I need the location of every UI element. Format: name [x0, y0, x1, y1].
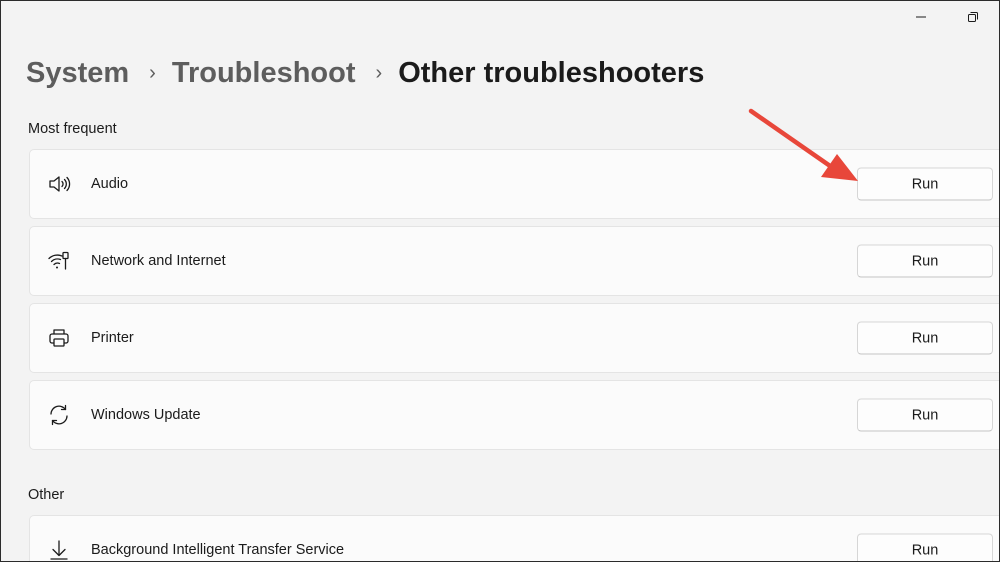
troubleshooter-card-audio: Audio Run [29, 149, 999, 219]
network-run-button[interactable]: Run [857, 244, 993, 278]
wifi-network-icon [47, 249, 71, 273]
troubleshooter-card-network: Network and Internet Run [29, 226, 999, 296]
speaker-icon [47, 172, 71, 196]
troubleshooter-label: Audio [91, 176, 129, 192]
breadcrumb-item-system[interactable]: System [26, 57, 129, 90]
restore-button[interactable] [947, 1, 999, 37]
bits-run-button[interactable]: Run [857, 533, 993, 561]
section-heading-other: Other [28, 487, 65, 503]
troubleshooter-card-windows-update: Windows Update Run [29, 380, 999, 450]
troubleshooter-card-bits: Background Intelligent Transfer Service … [29, 515, 999, 561]
troubleshooter-card-printer: Printer Run [29, 303, 999, 373]
printer-icon [47, 326, 71, 350]
breadcrumb-item-troubleshoot[interactable]: Troubleshoot [172, 57, 356, 90]
troubleshooter-label: Printer [91, 330, 134, 346]
title-bar-controls [895, 1, 999, 37]
section-heading-most-frequent: Most frequent [28, 121, 117, 137]
breadcrumb: System › Troubleshoot › Other troublesho… [26, 57, 704, 90]
refresh-sync-icon [47, 403, 71, 427]
troubleshooter-label: Network and Internet [91, 253, 226, 269]
audio-run-button[interactable]: Run [857, 167, 993, 201]
troubleshooter-label: Windows Update [91, 407, 201, 423]
download-arrow-icon [47, 538, 71, 561]
breadcrumb-separator: › [149, 62, 156, 84]
restore-icon [967, 10, 979, 28]
printer-run-button[interactable]: Run [857, 321, 993, 355]
page-title: Other troubleshooters [398, 57, 705, 89]
minimize-icon [915, 10, 927, 28]
minimize-button[interactable] [895, 1, 947, 37]
windows-update-run-button[interactable]: Run [857, 398, 993, 432]
troubleshooter-label: Background Intelligent Transfer Service [91, 542, 345, 558]
breadcrumb-separator: › [375, 62, 383, 84]
settings-window: System › Troubleshoot › Other troublesho… [0, 0, 1000, 562]
